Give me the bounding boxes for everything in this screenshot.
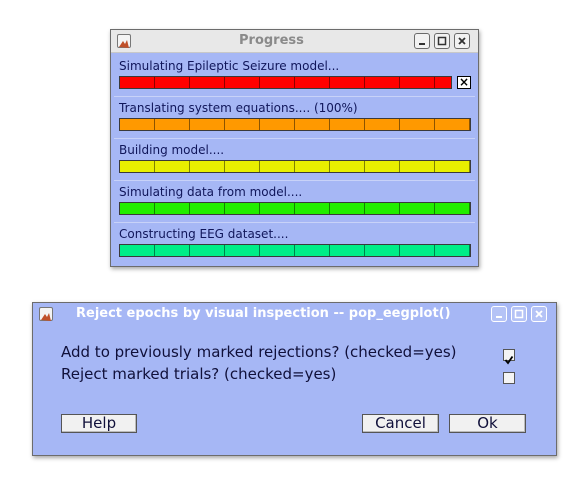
cancel-button[interactable]: Cancel [362, 414, 439, 433]
help-button[interactable]: Help [61, 414, 137, 433]
task-progress-bar [119, 244, 471, 257]
reject-titlebar[interactable]: Reject epochs by visual inspection -- po… [33, 303, 556, 325]
task-section: Simulating data from model.... [114, 182, 475, 223]
task-progress-bar [119, 202, 471, 215]
reject-title: Reject epochs by visual inspection -- po… [76, 306, 451, 321]
task-label: Translating system equations.... (100%) [119, 101, 358, 115]
ok-button[interactable]: Ok [449, 414, 526, 433]
task-progress-bar [119, 160, 471, 173]
add-to-marked-checkbox[interactable] [503, 349, 515, 365]
maximize-icon [514, 309, 524, 319]
question-label: Reject marked trials? (checked=yes) [61, 365, 337, 383]
task-section: Translating system equations.... (100%) [114, 98, 475, 139]
task-label: Building model.... [119, 143, 225, 157]
maximize-button[interactable] [511, 306, 527, 322]
task-label: Simulating data from model.... [119, 185, 303, 199]
close-button[interactable] [454, 33, 470, 49]
task-section: Constructing EEG dataset.... [114, 224, 475, 264]
close-icon [535, 310, 543, 318]
minimize-button[interactable] [414, 33, 430, 49]
minimize-icon [419, 43, 425, 45]
reject-marked-trials-checkbox[interactable] [503, 372, 515, 384]
checkmark-icon [504, 355, 514, 365]
progress-titlebar[interactable]: Progress [111, 30, 478, 53]
progress-title: Progress [239, 33, 304, 48]
matlab-icon[interactable] [117, 34, 131, 48]
progress-window: Progress Simulating Epileptic Seizure mo… [110, 29, 479, 267]
minimize-button[interactable] [491, 306, 507, 322]
task-progress-bar [119, 76, 452, 89]
task-section: Building model.... [114, 140, 475, 181]
close-icon [458, 37, 466, 45]
stop-button[interactable]: × [457, 76, 471, 89]
minimize-icon [496, 316, 502, 318]
task-progress-bar [119, 118, 471, 131]
close-button[interactable] [531, 306, 547, 322]
question-label: Add to previously marked rejections? (ch… [61, 343, 457, 361]
maximize-icon [437, 36, 447, 46]
maximize-button[interactable] [434, 33, 450, 49]
task-label: Constructing EEG dataset.... [119, 227, 289, 241]
task-section: Simulating Epileptic Seizure model... × [114, 56, 475, 97]
reject-window: Reject epochs by visual inspection -- po… [32, 302, 557, 456]
task-label: Simulating Epileptic Seizure model... [119, 59, 340, 73]
matlab-icon[interactable] [39, 307, 53, 321]
